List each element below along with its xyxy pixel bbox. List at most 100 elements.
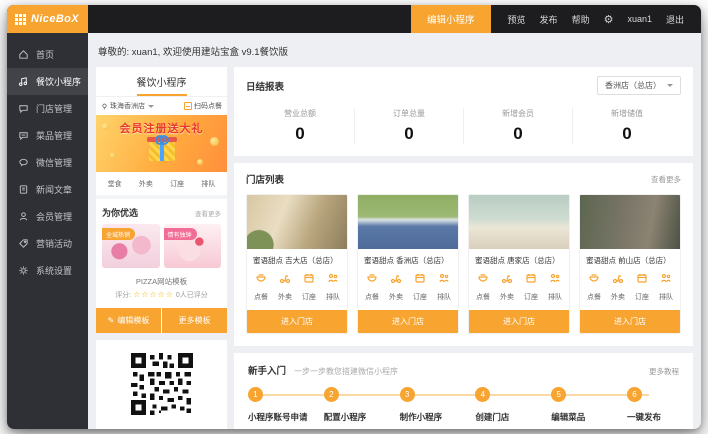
enter-store-button[interactable]: 进入门店 <box>358 310 458 333</box>
more-templates-button[interactable]: 更多模板 <box>162 308 227 333</box>
store-name: 蜜语甜点 唐家店（总店） <box>469 249 569 268</box>
bowl-icon <box>477 272 489 284</box>
nav-takeout[interactable]: 外卖 <box>139 179 153 189</box>
step-number-badge: 1 <box>248 387 263 402</box>
bowl-icon <box>255 272 267 284</box>
service-takeout[interactable]: 外卖 <box>389 272 403 304</box>
store-name: 蜜语甜点 香洲店（总店） <box>358 249 458 268</box>
service-order[interactable]: 点餐 <box>254 272 268 304</box>
step-title: 小程序账号申请 <box>248 411 324 423</box>
people-icon <box>549 272 561 284</box>
calendar-icon <box>303 272 315 284</box>
username-label[interactable]: xuan1 <box>627 14 652 24</box>
onboarding-step: 2 配置小程序 建站宝盒详细配置 微信开发工具配置 <box>324 387 400 429</box>
sidebar-item-dish-management[interactable]: 菜品管理 <box>7 122 88 149</box>
sidebar-item-member-management[interactable]: 会员管理 <box>7 203 88 230</box>
service-order[interactable]: 点餐 <box>587 272 601 304</box>
miniprogram-preview-card: 餐饮小程序 珠海香洲店 扫码点餐 <box>96 67 227 333</box>
calendar-icon <box>414 272 426 284</box>
store-location-selector[interactable]: 珠海香洲店 <box>101 101 154 111</box>
sidebar-item-label: 系统设置 <box>36 264 72 277</box>
service-takeout[interactable]: 外卖 <box>611 272 625 304</box>
more-tutorials-link[interactable]: 更多教程 <box>649 366 679 377</box>
logout-link[interactable]: 退出 <box>666 13 684 26</box>
enter-store-button[interactable]: 进入门店 <box>247 310 347 333</box>
store-list-title: 门店列表 <box>246 172 284 186</box>
store-card: 蜜语甜点 唐家店（总店） 点餐 外卖 订座 排队 进入门店 <box>468 194 570 334</box>
service-takeout[interactable]: 外卖 <box>278 272 292 304</box>
enter-store-button[interactable]: 进入门店 <box>580 310 680 333</box>
store-name: 蜜语甜点 吉大店（总店） <box>247 249 347 268</box>
sidebar-item-home[interactable]: 首页 <box>7 41 88 68</box>
store-selector-dropdown[interactable]: 香洲店（总店） <box>597 76 681 95</box>
step-title: 创建门店 <box>475 411 551 423</box>
chevron-down-icon <box>667 84 673 87</box>
service-queue[interactable]: 排队 <box>548 272 562 304</box>
publish-link[interactable]: 发布 <box>540 13 558 26</box>
home-icon <box>18 49 29 60</box>
nav-reservation[interactable]: 订座 <box>170 179 184 189</box>
help-link[interactable]: 帮助 <box>572 13 590 26</box>
store-photo <box>469 195 569 249</box>
nav-queue[interactable]: 排队 <box>201 179 215 189</box>
miniprogram-nav: 堂食 外卖 订座 排队 <box>96 172 227 199</box>
onboarding-step: 3 制作小程序 选择模板 设计制作 <box>400 387 476 429</box>
gear-icon[interactable]: ⚙ <box>604 13 614 26</box>
sidebar-item-wechat-management[interactable]: 微信管理 <box>7 149 88 176</box>
onboarding-title: 新手入门 <box>248 363 286 377</box>
template-name: PIZZA网站模板 <box>96 276 227 287</box>
sidebar-item-label: 会员管理 <box>36 210 72 223</box>
scooter-icon <box>279 272 291 284</box>
onboarding-subtitle: 一步一步教您搭建微信小程序 <box>294 366 649 377</box>
scan-order-button[interactable]: 扫码点餐 <box>184 101 222 111</box>
greeting-text: 尊敬的: xuan1, 欢迎使用建站宝盒 v9.1餐饮版 <box>98 44 693 58</box>
gift-bow-illustration <box>155 135 169 141</box>
sidebar-item-marketing[interactable]: 营销活动 <box>7 230 88 257</box>
edit-template-button[interactable]: 编辑模板 <box>96 308 161 333</box>
sidebar-item-restaurant-miniprogram[interactable]: 餐饮小程序 <box>7 68 88 95</box>
qr-code-card: 扫描二维码用手机预览 <box>96 340 227 429</box>
sidebar-item-store-management[interactable]: 门店管理 <box>7 95 88 122</box>
bowl-icon <box>588 272 600 284</box>
edit-miniprogram-button[interactable]: 编辑小程序 <box>411 5 491 33</box>
service-reservation[interactable]: 订座 <box>413 272 427 304</box>
sidebar-item-label: 微信管理 <box>36 156 72 169</box>
store-photo <box>358 195 458 249</box>
onboarding-step: 6 一键发布 <box>627 387 679 429</box>
promo-banner[interactable]: 会员注册送大礼 <box>96 115 227 172</box>
store-icon <box>18 103 29 114</box>
service-queue[interactable]: 排队 <box>659 272 673 304</box>
service-queue[interactable]: 排队 <box>326 272 340 304</box>
enter-store-button[interactable]: 进入门店 <box>469 310 569 333</box>
daily-report-card: 日结报表 香洲店（总店） 营业总额 0 <box>234 67 693 156</box>
service-reservation[interactable]: 订座 <box>635 272 649 304</box>
service-reservation[interactable]: 订座 <box>302 272 316 304</box>
sidebar-item-system-settings[interactable]: 系统设置 <box>7 257 88 284</box>
onboarding-card: 新手入门 一步一步教您搭建微信小程序 更多教程 1 小程序账号申请 <box>234 353 693 429</box>
nav-dine-in[interactable]: 堂食 <box>108 179 122 189</box>
step-title: 一键发布 <box>627 411 679 423</box>
service-reservation[interactable]: 订座 <box>524 272 538 304</box>
report-title: 日结报表 <box>246 79 284 93</box>
featured-more-link[interactable]: 查看更多 <box>195 208 221 218</box>
store-card: 蜜语甜点 香洲店（总店） 点餐 外卖 订座 排队 进入门店 <box>357 194 459 334</box>
scooter-icon <box>390 272 402 284</box>
sidebar-item-label: 餐饮小程序 <box>36 75 81 88</box>
service-takeout[interactable]: 外卖 <box>500 272 514 304</box>
settings-gear-icon <box>18 265 29 276</box>
step-number-badge: 6 <box>627 387 642 402</box>
step-title: 制作小程序 <box>400 411 476 423</box>
store-list-more-link[interactable]: 查看更多 <box>651 174 681 185</box>
step-number-badge: 4 <box>475 387 490 402</box>
sidebar-item-label: 营销活动 <box>36 237 72 250</box>
service-order[interactable]: 点餐 <box>476 272 490 304</box>
preview-link[interactable]: 预览 <box>508 13 526 26</box>
sidebar-item-news-articles[interactable]: 新闻文章 <box>7 176 88 203</box>
featured-product-image[interactable]: 情有独钟 <box>164 224 222 268</box>
member-icon <box>18 211 29 222</box>
featured-product-image[interactable]: 全城热销 <box>102 224 160 268</box>
scooter-icon <box>612 272 624 284</box>
app-window: NiceBoX 编辑小程序 预览 发布 帮助 ⚙ xuan1 退出 首页 餐饮小… <box>7 5 701 429</box>
service-order[interactable]: 点餐 <box>365 272 379 304</box>
service-queue[interactable]: 排队 <box>437 272 451 304</box>
